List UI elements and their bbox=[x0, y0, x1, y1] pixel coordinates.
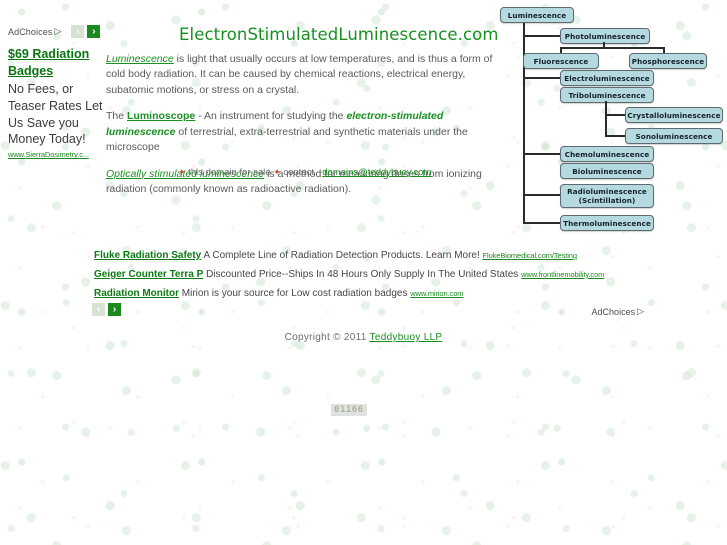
top-adchoices-row: AdChoices ▷ ‹ › bbox=[8, 25, 101, 38]
star-icon-left: ✦ bbox=[178, 167, 186, 177]
bottom-ad-row-1[interactable]: Fluke Radiation Safety A Complete Line o… bbox=[94, 250, 634, 261]
bottom-ad-nav: ‹ › bbox=[92, 303, 121, 316]
article-p2-mid: - An instrument for studying the bbox=[195, 110, 347, 123]
diagram-node-electroluminescence: Electroluminescence bbox=[560, 70, 654, 86]
bottom-ads-list: Fluke Radiation Safety A Complete Line o… bbox=[94, 250, 634, 307]
diagram-node-triboluminescence: Triboluminescence bbox=[560, 87, 654, 103]
bottom-ad-1-url[interactable]: FlukeBiomedical.com/Testing bbox=[483, 251, 578, 260]
bottom-ad-3-desc: Mirion is your source for Low cost radia… bbox=[181, 288, 408, 299]
diagram-node-photoluminescence: Photoluminescence bbox=[560, 28, 650, 44]
bottom-ad-3-title[interactable]: Radiation Monitor bbox=[94, 288, 179, 299]
next-ad-button[interactable]: › bbox=[87, 25, 101, 38]
bottom-next-ad-button[interactable]: › bbox=[108, 303, 121, 316]
left-ad-block[interactable]: $69 Radiation Badges No Fees, or Teaser … bbox=[8, 46, 108, 161]
bottom-ad-row-3[interactable]: Radiation Monitor Mirion is your source … bbox=[94, 288, 634, 299]
diagram-node-luminescence: Luminescence bbox=[500, 7, 574, 23]
triangle-right-icon-bottom: ▷ bbox=[637, 306, 644, 316]
adchoices-bottom-label: AdChoices bbox=[591, 306, 636, 317]
left-ad-title[interactable]: $69 Radiation Badges bbox=[8, 46, 108, 80]
bottom-ad-1-title[interactable]: Fluke Radiation Safety bbox=[94, 250, 201, 261]
contact-email-link[interactable]: domains@teddybuoy.com bbox=[322, 167, 431, 178]
diagram-node-phosphorescence: Phosphorescence bbox=[629, 53, 707, 69]
contact-label: contact ~ bbox=[283, 167, 323, 178]
left-ad-body: No Fees, or Teaser Rates Let Us Save you… bbox=[8, 81, 103, 147]
link-luminoscope[interactable]: Luminoscope bbox=[127, 110, 195, 122]
diagram-branch-chemo bbox=[523, 153, 561, 155]
diagram-node-fluorescence: Fluorescence bbox=[523, 53, 599, 69]
bottom-ad-1-desc: A Complete Line of Radiation Detection P… bbox=[203, 250, 480, 261]
diagram-connector-photo-bus bbox=[560, 47, 665, 49]
diagram-branch-photo bbox=[523, 35, 561, 37]
bottom-ad-2-url[interactable]: www.frontlinemobility.com bbox=[521, 270, 604, 279]
diagram-branch-thermo bbox=[523, 222, 561, 224]
bottom-ad-3-url[interactable]: www.mirion.com bbox=[410, 289, 463, 298]
adchoices-label: AdChoices bbox=[8, 26, 53, 37]
triangle-right-icon: ▷ bbox=[54, 26, 62, 36]
left-ad-url[interactable]: www.SierraDosimetry.c... bbox=[8, 150, 108, 161]
article-p2-prefix: The bbox=[106, 110, 128, 123]
link-luminescence[interactable]: Luminescence bbox=[106, 53, 174, 65]
article-paragraph-2: The Luminoscope - An instrument for stud… bbox=[106, 109, 506, 155]
diagram-node-bioluminescence: Bioluminescence bbox=[560, 163, 654, 179]
diagram-node-crystalloluminescence: Crystalloluminescence bbox=[625, 107, 723, 123]
adchoices-top[interactable]: AdChoices ▷ bbox=[8, 27, 61, 37]
diagram-connector-crystallo bbox=[605, 114, 627, 116]
diagram-branch-radio bbox=[523, 194, 561, 196]
bottom-ad-2-title[interactable]: Geiger Counter Terra P bbox=[94, 269, 203, 280]
luminescence-taxonomy-diagram: Luminescence Photoluminescence Fluoresce… bbox=[498, 2, 724, 231]
prev-ad-button[interactable]: ‹ bbox=[71, 25, 85, 38]
diagram-node-sonoluminescence: Sonoluminescence bbox=[625, 128, 723, 144]
star-icon-right: ✦ bbox=[273, 167, 281, 177]
top-ad-nav: ‹ › bbox=[71, 25, 101, 38]
diagram-connector-sono bbox=[605, 135, 627, 137]
copyright-footer: Copyright © 2011 Teddybuoy LLP bbox=[0, 332, 727, 343]
bottom-prev-ad-button[interactable]: ‹ bbox=[92, 303, 105, 316]
diagram-node-radioluminescence: Radioluminescence (Scintillation) bbox=[560, 184, 654, 208]
diagram-connector-tribo-vert bbox=[605, 108, 607, 137]
diagram-node-chemoluminescence: Chemoluminescence bbox=[560, 146, 654, 162]
page-title: ElectronStimulatedLuminescence.com bbox=[179, 25, 499, 44]
article-body: Luminescence is light that usually occur… bbox=[106, 52, 506, 208]
article-paragraph-1: Luminescence is light that usually occur… bbox=[106, 52, 506, 98]
adchoices-bottom[interactable]: AdChoices ▷ bbox=[592, 306, 644, 317]
copyright-text: Copyright © 2011 bbox=[284, 332, 367, 343]
hit-counter: 01166 bbox=[331, 404, 367, 416]
copyright-company-link[interactable]: Teddybuoy LLP bbox=[370, 332, 443, 343]
domain-for-sale-notice: ✦ this domain for sale ✦ contact ~domain… bbox=[178, 167, 432, 178]
diagram-node-thermoluminescence: Thermoluminescence bbox=[560, 215, 654, 231]
diagram-branch-electro bbox=[523, 77, 561, 79]
bottom-ad-row-2[interactable]: Geiger Counter Terra P Discounted Price-… bbox=[94, 269, 634, 280]
for-sale-text: this domain for sale bbox=[188, 167, 271, 178]
bottom-ad-2-desc: Discounted Price--Ships In 48 Hours Only… bbox=[206, 269, 519, 280]
